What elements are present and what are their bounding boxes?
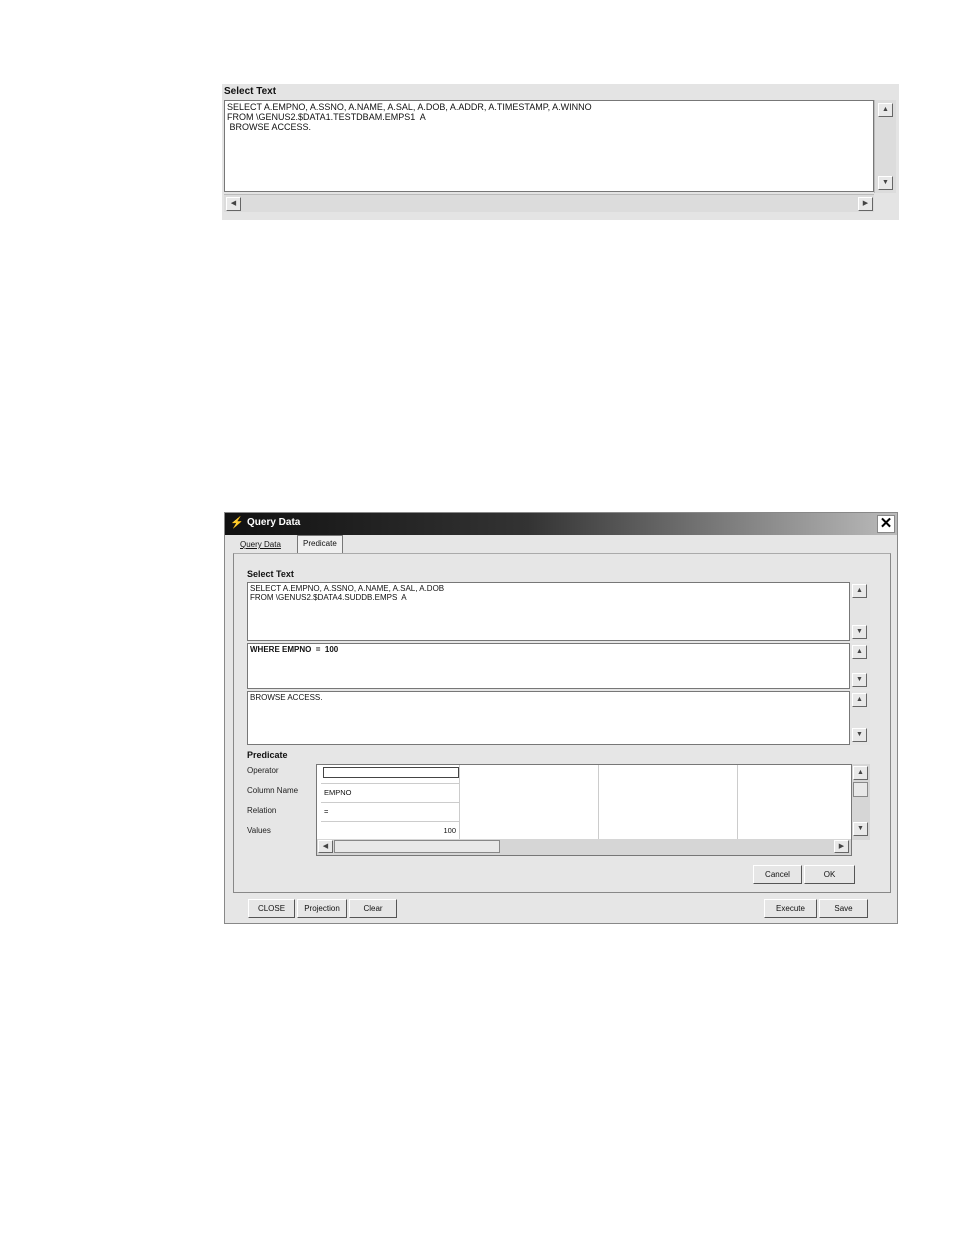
scroll-thumb[interactable] <box>334 840 500 853</box>
scroll-left-icon[interactable]: ◀ <box>318 840 333 853</box>
clear-button[interactable]: Clear <box>349 899 397 918</box>
select-line-1: SELECT A.EMPNO, A.SSNO, A.NAME, A.SAL, A… <box>250 584 445 593</box>
select-text-area[interactable]: SELECT A.EMPNO, A.SSNO, A.NAME, A.SAL, A… <box>247 582 850 641</box>
query-data-dialog: ⚡ Query Data ✕ Query Data Predicate Sele… <box>224 512 898 924</box>
tab-query-data-label: Query Data <box>240 540 281 549</box>
scroll-down-icon[interactable]: ▼ <box>852 673 867 687</box>
sql-line-1: SELECT A.EMPNO, A.SSNO, A.NAME, A.SAL, A… <box>227 102 592 112</box>
scroll-down-icon[interactable]: ▼ <box>853 822 868 836</box>
where-text: WHERE EMPNO = 100 <box>250 645 339 654</box>
operator-input[interactable] <box>323 767 459 778</box>
browse-text: BROWSE ACCESS. <box>250 693 323 702</box>
grid-column-2[interactable] <box>460 765 599 841</box>
predicate-tab-page: Select Text SELECT A.EMPNO, A.SSNO, A.NA… <box>233 553 891 893</box>
projection-button[interactable]: Projection <box>297 899 347 918</box>
predicate-label: Predicate <box>247 750 288 760</box>
execute-button[interactable]: Execute <box>764 899 817 918</box>
column-name-label: Column Name <box>247 786 299 795</box>
scroll-up-icon[interactable]: ▲ <box>852 693 867 707</box>
cancel-button[interactable]: Cancel <box>753 865 802 884</box>
browse-text-area[interactable]: BROWSE ACCESS. <box>247 691 850 745</box>
select-text-area[interactable]: SELECT A.EMPNO, A.SSNO, A.NAME, A.SAL, A… <box>224 100 874 192</box>
close-icon[interactable]: ✕ <box>877 515 895 533</box>
where-scrollbar[interactable]: ▲ ▼ <box>850 643 870 689</box>
select-text-panel: Select Text SELECT A.EMPNO, A.SSNO, A.NA… <box>222 84 899 220</box>
save-button[interactable]: Save <box>819 899 868 918</box>
scroll-down-icon[interactable]: ▼ <box>878 176 893 190</box>
query-app-icon: ⚡ <box>230 517 244 529</box>
scroll-down-icon[interactable]: ▼ <box>852 625 867 639</box>
relation-label: Relation <box>247 806 277 815</box>
close-button[interactable]: CLOSE <box>248 899 295 918</box>
relation-cell[interactable]: = <box>321 803 460 822</box>
grid-column-4[interactable] <box>738 765 851 841</box>
scroll-up-icon[interactable]: ▲ <box>852 584 867 598</box>
dialog-titlebar[interactable]: ⚡ Query Data ✕ <box>225 513 897 535</box>
scroll-right-icon[interactable]: ▶ <box>858 197 873 211</box>
browse-scrollbar[interactable]: ▲ ▼ <box>850 691 870 745</box>
grid-horizontal-scrollbar[interactable]: ◀ ▶ <box>317 839 851 855</box>
sql-line-3: BROWSE ACCESS. <box>227 122 312 132</box>
predicate-grid[interactable]: EMPNO = 100 ◀ ▶ <box>316 764 852 856</box>
scroll-thumb[interactable] <box>853 782 868 797</box>
scroll-up-icon[interactable]: ▲ <box>853 766 868 780</box>
values-label: Values <box>247 826 271 835</box>
column-name-cell[interactable]: EMPNO <box>321 784 460 803</box>
select-text-label: Select Text <box>247 569 294 579</box>
select-line-2: FROM \GENUS2.$DATA4.SUDDB.EMPS A <box>250 593 407 602</box>
vertical-scrollbar[interactable]: ▲ ▼ <box>874 100 896 193</box>
dialog-title: Query Data <box>247 517 301 528</box>
horizontal-scrollbar[interactable]: ◀ ▶ <box>224 194 874 212</box>
grid-vertical-scrollbar[interactable]: ▲ ▼ <box>852 764 870 840</box>
scroll-right-icon[interactable]: ▶ <box>834 840 849 853</box>
select-text-title: Select Text <box>224 86 277 97</box>
tab-predicate[interactable]: Predicate <box>297 535 343 553</box>
tab-query-data[interactable]: Query Data <box>235 537 286 553</box>
select-text-scrollbar[interactable]: ▲ ▼ <box>850 582 870 641</box>
scroll-up-icon[interactable]: ▲ <box>878 103 893 117</box>
scroll-down-icon[interactable]: ▼ <box>852 728 867 742</box>
where-text-area[interactable]: WHERE EMPNO = 100 <box>247 643 850 689</box>
scroll-up-icon[interactable]: ▲ <box>852 645 867 659</box>
operator-label: Operator <box>247 766 279 775</box>
ok-button[interactable]: OK <box>804 865 855 884</box>
grid-column-3[interactable] <box>599 765 738 841</box>
sql-line-2: FROM \GENUS2.$DATA1.TESTDBAM.EMPS1 A <box>227 112 426 122</box>
scroll-left-icon[interactable]: ◀ <box>226 197 241 211</box>
operator-cell[interactable] <box>321 765 460 784</box>
tab-predicate-label: Predicate <box>303 539 337 548</box>
